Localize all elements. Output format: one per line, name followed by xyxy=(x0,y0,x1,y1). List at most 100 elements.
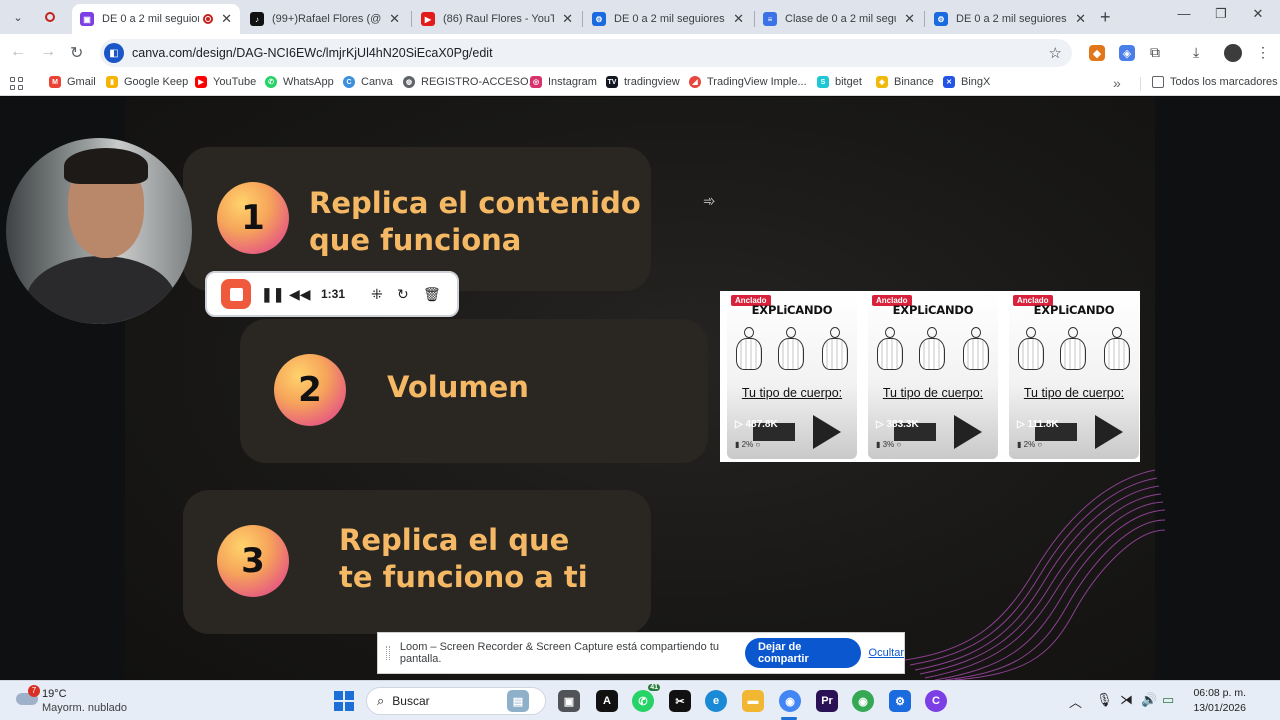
restore-window-icon[interactable]: ❐ xyxy=(1205,6,1237,22)
close-tab-icon[interactable]: ✕ xyxy=(733,11,744,27)
slide-canvas: 1 Replica el contenido que funciona 2 Vo… xyxy=(125,97,1165,680)
body-figure-icon xyxy=(960,327,992,371)
pause-icon[interactable]: ❚❚ xyxy=(261,286,284,303)
thumbnail-caption: Tu tipo de cuerpo: xyxy=(1023,386,1125,400)
stop-recording-button[interactable] xyxy=(221,279,251,309)
start-windows-icon[interactable] xyxy=(334,691,354,711)
tab-search-chevron-icon[interactable]: ⌄ xyxy=(6,6,30,28)
volume-icon[interactable]: 🔊 xyxy=(1141,692,1157,708)
chrome-profile-icon[interactable]: ◉ xyxy=(852,690,874,712)
body-figure-icon xyxy=(1015,327,1047,371)
task-view-icon[interactable]: ▣ xyxy=(558,690,580,712)
back-arrow-icon[interactable]: ← xyxy=(10,43,26,61)
view-count: ▷ 111.8K xyxy=(1017,419,1059,430)
edge-browser-icon[interactable]: e xyxy=(705,690,727,712)
weather-widget[interactable]: 7 19°C Mayorm. nublado xyxy=(14,685,154,717)
video-thumbnail-2[interactable]: Anclado EXPLiCANDO Tu tipo de cuerpo: ▷ … xyxy=(868,293,998,459)
bookmarks-bar: M Gmail ▮ Google Keep ▶ YouTube ✆ WhatsApp C… xyxy=(0,72,1280,96)
apps-grid-icon[interactable] xyxy=(10,77,23,90)
tab-canva-design[interactable]: ▣ DE 0 a 2 mil seguiore ✕ xyxy=(72,4,240,34)
video-thumbnail-1[interactable]: Anclado EXPLiCANDO Tu tipo de cuerpo: ▷ … xyxy=(727,293,857,459)
capcut-icon[interactable]: ✂ xyxy=(669,690,691,712)
menu-kebab-icon[interactable]: ⋮ xyxy=(1256,44,1270,61)
weather-alert-badge: 7 xyxy=(28,685,40,697)
bookmark-tradingview-imple[interactable]: ◢ TradingView Imple... xyxy=(689,76,807,88)
extension-icon[interactable]: ◈ xyxy=(1119,45,1135,61)
bookmark-google-keep[interactable]: ▮ Google Keep xyxy=(106,76,188,88)
close-window-icon[interactable]: ✕ xyxy=(1242,6,1274,22)
download-icon[interactable]: ⤓ xyxy=(1193,44,1199,61)
forward-arrow-icon[interactable]: → xyxy=(40,43,56,61)
bookmark-star-icon[interactable]: ☆ xyxy=(1049,44,1062,62)
point-card-1[interactable]: 1 Replica el contenido que funciona xyxy=(183,147,651,291)
address-bar[interactable]: ◧ canva.com/design/DAG-NCI6EWc/lmjrKjUl4… xyxy=(100,39,1072,67)
bookmark-bingx[interactable]: ✕ BingX xyxy=(943,76,990,88)
close-tab-icon[interactable]: ✕ xyxy=(904,11,915,27)
canva-taskbar-icon[interactable]: C xyxy=(925,690,947,712)
close-tab-icon[interactable]: ✕ xyxy=(1075,11,1086,27)
url-text[interactable]: canva.com/design/DAG-NCI6EWc/lmjrKjUl4hN… xyxy=(132,46,1049,60)
draw-grid-icon[interactable]: ⁜ xyxy=(371,286,383,303)
more-bookmarks-chevron-icon[interactable]: » xyxy=(1113,75,1121,91)
tab-facebook-1[interactable]: ⚙ DE 0 a 2 mil seguiores - F ✕ xyxy=(584,4,752,34)
point-card-3[interactable]: 3 Replica el que te funciono a ti xyxy=(183,490,651,634)
bookmark-whatsapp[interactable]: ✆ WhatsApp xyxy=(265,76,334,88)
bookmark-gmail[interactable]: M Gmail xyxy=(49,76,96,88)
bookmark-tradingview[interactable]: TV tradingview xyxy=(606,76,680,88)
tab-title: Clase de 0 a 2 mil seguid xyxy=(785,13,896,25)
body-figure-icon xyxy=(874,327,906,371)
restart-icon[interactable]: ↻ xyxy=(397,286,409,303)
whatsapp-taskbar-icon[interactable]: ✆ 41 xyxy=(632,684,660,712)
chrome-icon[interactable]: ◉ xyxy=(779,690,801,712)
new-tab-plus-icon[interactable]: + xyxy=(1100,7,1111,28)
microphone-icon[interactable]: 🎙 xyxy=(1096,692,1113,708)
recording-indicator-icon[interactable] xyxy=(38,6,62,28)
tab-strip: ⌄ ▣ DE 0 a 2 mil seguiore ✕ ♪ (99+)Rafae… xyxy=(0,0,1280,34)
close-tab-icon[interactable]: ✕ xyxy=(221,11,232,27)
settings-gear-icon[interactable]: ⚙ xyxy=(889,690,911,712)
bookmark-instagram[interactable]: ◎ Instagram xyxy=(530,76,597,88)
sound-output-icon[interactable]: ⧕ xyxy=(1120,692,1133,708)
body-figure-icon xyxy=(733,327,765,371)
close-tab-icon[interactable]: ✕ xyxy=(562,11,573,27)
whatsapp-icon: ✆ xyxy=(265,76,277,88)
number-badge-1: 1 xyxy=(217,182,289,254)
system-clock[interactable]: 06:08 p. m. 13/01/2026 xyxy=(1186,686,1246,716)
bookmark-bitget[interactable]: Sbitget xyxy=(817,76,862,88)
bookmark-youtube[interactable]: ▶ YouTube xyxy=(195,76,256,88)
rewind-icon[interactable]: ◀◀ xyxy=(289,286,311,303)
tab-google-docs[interactable]: ≡ Clase de 0 a 2 mil seguid ✕ xyxy=(755,4,923,34)
hide-link[interactable]: Ocultar xyxy=(869,647,904,659)
youtube-icon: ▶ xyxy=(195,76,207,88)
site-info-icon[interactable]: ◧ xyxy=(104,43,124,63)
stop-sharing-button[interactable]: Dejar de compartir xyxy=(744,638,861,668)
recording-timer: 1:31 xyxy=(321,287,346,301)
pointer-arrow-icon: ➾ xyxy=(703,193,716,210)
tab-tiktok[interactable]: ♪ (99+)Rafael Flores (@salu ✕ xyxy=(242,4,408,34)
tab-title: (86) Raul Flores - YouTub xyxy=(443,13,555,25)
close-tab-icon[interactable]: ✕ xyxy=(389,11,400,27)
reload-icon[interactable]: ↻ xyxy=(70,43,83,63)
metamask-extension-icon[interactable]: ◆ xyxy=(1089,45,1105,61)
profile-avatar[interactable] xyxy=(1224,44,1242,62)
webcam-bubble[interactable] xyxy=(6,138,192,324)
all-bookmarks-folder[interactable]: Todos los marcadores xyxy=(1152,76,1278,88)
bookmark-registro-acceso[interactable]: ◍ REGISTRO-ACCESO... xyxy=(403,76,538,88)
file-explorer-icon[interactable]: ▬ xyxy=(742,690,764,712)
video-thumbnail-3[interactable]: Anclado EXPLiCANDO Tu tipo de cuerpo: ▷ … xyxy=(1009,293,1139,459)
battery-icon[interactable]: ▭ xyxy=(1162,692,1174,708)
tab-facebook-2[interactable]: ⚙ DE 0 a 2 mil seguiores - F ✕ xyxy=(926,4,1094,34)
trash-icon[interactable]: 🗑 xyxy=(423,286,441,303)
tab-youtube[interactable]: ▶ (86) Raul Flores - YouTub ✕ xyxy=(413,4,581,34)
widgets-icon[interactable]: ▤ xyxy=(507,690,529,712)
point-card-2[interactable]: 2 Volumen xyxy=(240,319,708,463)
drag-handle-icon[interactable] xyxy=(386,646,390,660)
show-hidden-icons-chevron[interactable]: ︿ xyxy=(1069,692,1082,711)
arrow-right-icon xyxy=(1095,415,1123,449)
premiere-pro-icon[interactable]: Pr xyxy=(816,690,838,712)
minimize-window-icon[interactable]: — xyxy=(1168,6,1200,21)
extensions-puzzle-icon[interactable]: ⧉ xyxy=(1150,44,1160,61)
bookmark-binance[interactable]: ◆ Binance xyxy=(876,76,934,88)
bookmark-canva[interactable]: C Canva xyxy=(343,76,393,88)
adobe-app-icon[interactable]: A xyxy=(596,690,618,712)
